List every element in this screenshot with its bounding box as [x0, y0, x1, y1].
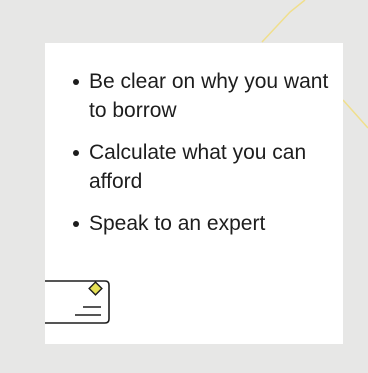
tip-item-borrow-reason: Be clear on why you want to borrow — [71, 67, 333, 125]
tips-list: Be clear on why you want to borrow Calcu… — [71, 67, 333, 251]
bullet-icon — [73, 79, 79, 85]
tip-text: Speak to an expert — [89, 212, 266, 235]
tip-item-affordability: Calculate what you can afford — [71, 138, 333, 196]
decorative-line-top — [261, 0, 306, 43]
diamond-icon — [88, 281, 103, 296]
bullet-icon — [73, 221, 79, 227]
decorative-line-right — [342, 99, 368, 129]
tip-text: Calculate what you can afford — [89, 141, 307, 193]
infographic-panel: Be clear on why you want to borrow Calcu… — [0, 0, 368, 373]
tip-item-expert: Speak to an expert — [71, 209, 333, 238]
tip-text: Be clear on why you want to borrow — [89, 70, 329, 122]
tips-card: Be clear on why you want to borrow Calcu… — [45, 43, 343, 344]
bullet-icon — [73, 150, 79, 156]
credit-card-icon — [45, 280, 110, 324]
